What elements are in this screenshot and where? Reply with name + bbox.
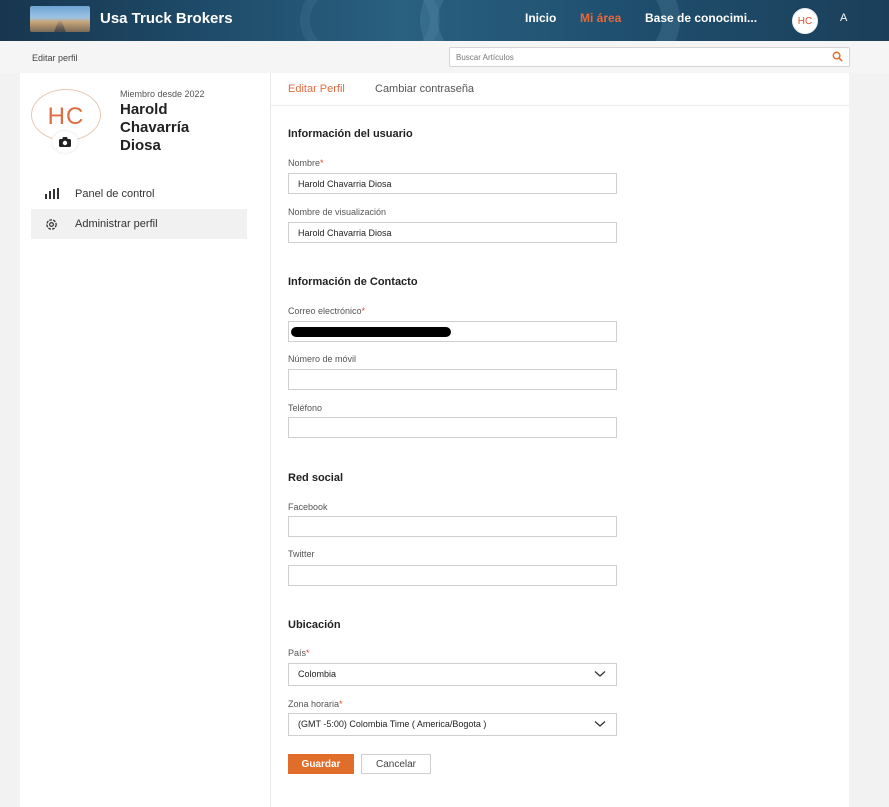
profile-initials: HC <box>47 103 85 130</box>
section-social: Red social <box>288 472 344 484</box>
sidebar-item-administrar-perfil[interactable]: Administrar perfil <box>31 209 247 239</box>
redacted-email <box>291 327 451 337</box>
change-photo-button[interactable] <box>52 131 78 153</box>
display-name-field[interactable] <box>288 222 617 243</box>
chevron-down-icon <box>594 671 606 677</box>
timezone-select[interactable]: (GMT -5:00) Colombia Time ( America/Bogo… <box>288 713 617 736</box>
mobile-label: Número de móvil <box>288 354 357 364</box>
search-box[interactable] <box>449 47 850 67</box>
brand-logo[interactable] <box>30 6 90 32</box>
sidebar-item-panel-de-control[interactable]: Panel de control <box>31 179 247 209</box>
email-field[interactable] <box>288 321 617 342</box>
nav-knowledge-base[interactable]: Base de conocimi... <box>645 11 757 25</box>
display-name-input[interactable] <box>298 227 598 239</box>
country-value: Colombia <box>298 669 337 679</box>
country-select[interactable]: Colombia <box>288 663 617 686</box>
mobile-field[interactable] <box>288 369 617 390</box>
bar-chart-icon <box>45 188 59 199</box>
profile-name-line: Diosa <box>120 137 161 154</box>
profile-name: Harold Chavarría Diosa <box>120 101 230 155</box>
tab-cambiar-contrasena[interactable]: Cambiar contraseña <box>375 83 474 95</box>
chevron-down-icon <box>594 721 606 727</box>
section-location: Ubicación <box>288 619 341 631</box>
twitter-input[interactable] <box>298 570 598 582</box>
profile-name-line: Chavarría <box>120 119 190 136</box>
phone-input[interactable] <box>298 422 598 434</box>
name-field[interactable] <box>288 173 617 194</box>
sidebar-item-label: Panel de control <box>75 188 155 200</box>
profile-name-line: Harold <box>120 101 168 118</box>
gear-icon <box>46 219 57 230</box>
mobile-input[interactable] <box>298 374 598 386</box>
camera-icon <box>59 137 71 147</box>
twitter-label: Twitter <box>288 549 315 559</box>
facebook-field[interactable] <box>288 516 617 537</box>
breadcrumb: Editar perfil <box>32 53 78 63</box>
top-header: Usa Truck Brokers Inicio Mi área Base de… <box>0 0 889 41</box>
tab-divider <box>270 105 849 106</box>
nav-mi-area[interactable]: Mi área <box>580 11 621 25</box>
section-user-info: Información del usuario <box>288 128 413 140</box>
facebook-input[interactable] <box>298 521 598 533</box>
brand-name[interactable]: Usa Truck Brokers <box>100 10 233 27</box>
cancel-button[interactable]: Cancelar <box>361 754 431 774</box>
section-contact-info: Información de Contacto <box>288 276 418 288</box>
save-button[interactable]: Guardar <box>288 754 354 774</box>
header-decoration-small <box>300 0 440 41</box>
name-label: Nombre* <box>288 158 324 168</box>
user-avatar-button[interactable]: HC <box>792 8 818 34</box>
name-input[interactable] <box>298 178 598 190</box>
email-label: Correo electrónico* <box>288 306 366 316</box>
nav-inicio[interactable]: Inicio <box>525 11 556 25</box>
search-input[interactable] <box>456 51 816 63</box>
timezone-label: Zona horaria* <box>288 699 343 709</box>
phone-label: Teléfono <box>288 403 323 413</box>
sidebar-item-label: Administrar perfil <box>75 218 158 230</box>
twitter-field[interactable] <box>288 565 617 586</box>
search-icon[interactable] <box>832 51 843 62</box>
tab-editar-perfil[interactable]: Editar Perfil <box>288 83 345 95</box>
facebook-label: Facebook <box>288 502 328 512</box>
timezone-value: (GMT -5:00) Colombia Time ( America/Bogo… <box>298 719 487 729</box>
display-name-label: Nombre de visualización <box>288 207 387 217</box>
member-since: Miembro desde 2022 <box>120 89 205 99</box>
country-label: País* <box>288 648 310 658</box>
phone-field[interactable] <box>288 417 617 438</box>
font-size-toggle[interactable]: A <box>840 12 847 24</box>
